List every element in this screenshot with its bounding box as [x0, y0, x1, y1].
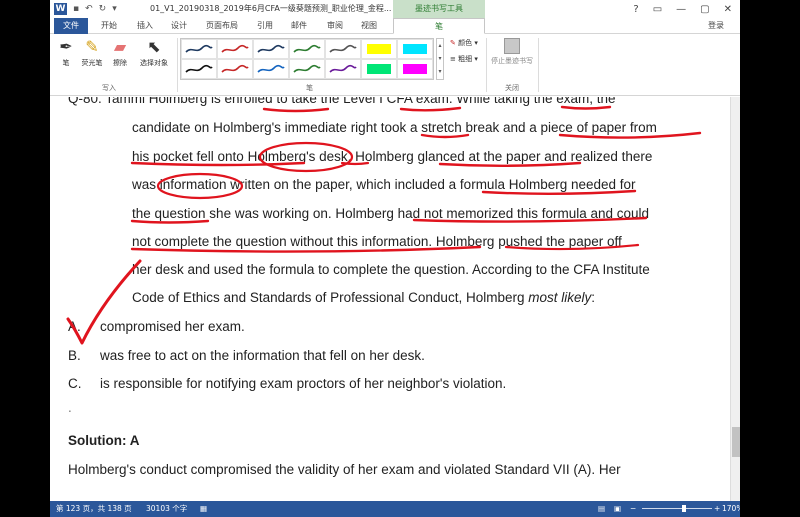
- solution-text: Holmberg's conduct compromised the valid…: [68, 462, 621, 477]
- tab-page-layout[interactable]: 页面布局: [200, 18, 244, 34]
- tab-view[interactable]: 视图: [354, 18, 384, 34]
- question-line: the question she was working on. Holmber…: [132, 206, 650, 221]
- option-a-letter: A.: [68, 319, 81, 334]
- pen-color-dropdown[interactable]: ✎ 颜色 ▾: [450, 38, 478, 48]
- paragraph-mark: .: [68, 400, 72, 415]
- question-line: not complete the question without this i…: [132, 234, 622, 249]
- tab-file[interactable]: 文件: [54, 18, 88, 34]
- read-mode-icon[interactable]: ▤: [598, 501, 605, 517]
- vertical-scrollbar[interactable]: [730, 97, 740, 501]
- question-line: her desk and used the formula to complet…: [132, 262, 650, 277]
- maximize-icon[interactable]: ▢: [700, 4, 709, 15]
- pen-swatch[interactable]: [217, 39, 253, 59]
- question-line: candidate on Holmberg's immediate right …: [132, 120, 657, 135]
- question-line: Q-80. Tammi Holmberg is enrolled to take…: [68, 97, 616, 106]
- highlighter-swatch[interactable]: [361, 59, 397, 79]
- pen-thickness-dropdown[interactable]: ≡ 粗细 ▾: [450, 54, 478, 64]
- tab-references[interactable]: 引用: [250, 18, 280, 34]
- solution-heading: Solution: A: [68, 433, 140, 448]
- stop-inking-icon: [504, 38, 520, 54]
- group-label-pens: 笔: [306, 84, 313, 92]
- pen-icon: ✒: [59, 37, 73, 56]
- print-layout-icon[interactable]: ▣: [614, 501, 621, 517]
- proofing-icon[interactable]: ▦: [200, 501, 207, 517]
- zoom-in-icon[interactable]: +: [714, 501, 720, 517]
- option-c-text: is responsible for notifying exam procto…: [100, 376, 507, 391]
- pen-swatch[interactable]: [181, 59, 217, 79]
- question-line: was information written on the paper, wh…: [132, 177, 636, 192]
- pen-swatch[interactable]: [253, 39, 289, 59]
- zoom-level[interactable]: 170%: [722, 501, 740, 517]
- question-line: his pocket fell onto Holmberg's desk. Ho…: [132, 149, 653, 164]
- eraser-tool-button[interactable]: ▰ 擦除: [106, 36, 134, 68]
- option-a-text: compromised her exam.: [100, 319, 245, 334]
- ribbon-pens: ✒ 笔 ✎ 荧光笔 ▰ 擦除 ⬉ 选择对象 写入 ▴ ▾ ▾ 笔 ✎ 颜色 ▾ ≡ …: [50, 34, 740, 96]
- gallery-scroll[interactable]: ▴ ▾ ▾: [436, 38, 444, 80]
- color-icon: ✎: [450, 39, 456, 47]
- thickness-icon: ≡: [450, 55, 456, 63]
- quick-access-dropdown-icon[interactable]: ▾: [112, 4, 117, 14]
- pen-gallery: [180, 38, 434, 80]
- pen-tool-button[interactable]: ✒ 笔: [52, 36, 80, 68]
- pen-swatch[interactable]: [181, 39, 217, 59]
- pen-swatch[interactable]: [217, 59, 253, 79]
- ink-strokes: [66, 105, 702, 345]
- tab-pens[interactable]: 笔: [393, 18, 485, 34]
- status-bar: 第 123 页，共 138 页 30103 个字 ▦ ▤ ▣ − + 170%: [50, 501, 740, 517]
- ribbon-display-icon[interactable]: ▭: [653, 4, 662, 15]
- scrollbar-thumb[interactable]: [732, 427, 740, 457]
- tab-insert[interactable]: 插入: [130, 18, 160, 34]
- ribbon-tabs: 文件 开始 插入 设计 页面布局 引用 邮件 审阅 视图 笔 登录: [50, 18, 740, 34]
- pen-swatch[interactable]: [325, 59, 361, 79]
- option-b-letter: B.: [68, 348, 81, 363]
- select-arrow-icon: ⬉: [147, 37, 161, 56]
- group-label-close: 关闭: [505, 84, 519, 92]
- close-icon[interactable]: ✕: [724, 4, 732, 15]
- eraser-icon: ▰: [113, 37, 127, 56]
- save-icon[interactable]: ▪: [73, 4, 79, 14]
- word-window: W ▪ ↶ ↻ ▾ 01_V1_20190318_2019年6月CFA一级葵题预…: [50, 0, 740, 517]
- highlighter-swatch[interactable]: [397, 59, 433, 79]
- pen-swatch[interactable]: [253, 59, 289, 79]
- minimize-icon[interactable]: —: [676, 4, 686, 15]
- sign-in-link[interactable]: 登录: [708, 18, 724, 34]
- zoom-out-icon[interactable]: −: [630, 501, 636, 517]
- word-count[interactable]: 30103 个字: [146, 501, 187, 517]
- tab-home[interactable]: 开始: [94, 18, 124, 34]
- zoom-slider[interactable]: [642, 505, 712, 512]
- help-icon[interactable]: ?: [633, 4, 638, 15]
- option-b-text: was free to act on the information that …: [100, 348, 425, 363]
- highlighter-icon: ✎: [85, 37, 99, 56]
- page-counter[interactable]: 第 123 页，共 138 页: [56, 501, 132, 517]
- redo-icon[interactable]: ↻: [99, 4, 107, 14]
- stop-inking-button[interactable]: 停止墨迹书写: [490, 38, 534, 66]
- highlighter-swatch[interactable]: [361, 39, 397, 59]
- highlighter-tool-button[interactable]: ✎ 荧光笔: [78, 36, 106, 68]
- pen-swatch[interactable]: [325, 39, 361, 59]
- tab-design[interactable]: 设计: [164, 18, 194, 34]
- select-objects-button[interactable]: ⬉ 选择对象: [134, 36, 174, 68]
- tab-mailings[interactable]: 邮件: [284, 18, 314, 34]
- word-logo-icon: W: [54, 3, 67, 15]
- highlighter-swatch[interactable]: [397, 39, 433, 59]
- title-bar: W ▪ ↶ ↻ ▾ 01_V1_20190318_2019年6月CFA一级葵题预…: [50, 0, 740, 18]
- ink-tools-context-title: 墨迹书写工具: [393, 0, 485, 18]
- tab-review[interactable]: 审阅: [320, 18, 350, 34]
- group-label-write: 写入: [102, 84, 116, 92]
- document-page[interactable]: Q-80. Tammi Holmberg is enrolled to take…: [50, 97, 730, 501]
- undo-icon[interactable]: ↶: [85, 4, 93, 14]
- question-line: Code of Ethics and Standards of Professi…: [132, 290, 596, 305]
- pen-swatch[interactable]: [289, 59, 325, 79]
- option-c-letter: C.: [68, 376, 82, 391]
- pen-swatch[interactable]: [289, 39, 325, 59]
